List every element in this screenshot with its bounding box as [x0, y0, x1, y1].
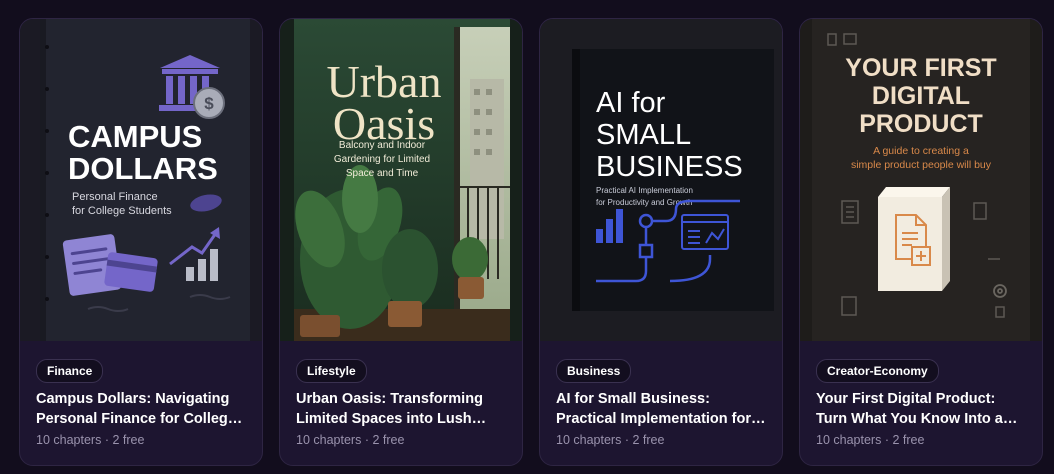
- chapter-count: 10 chapters: [296, 433, 362, 447]
- category-badge: Lifestyle: [296, 359, 367, 383]
- cover-subtitle-line1: Personal Finance: [72, 191, 158, 203]
- cover-subtitle-line3: Space and Time: [346, 168, 419, 179]
- meta-separator: ·: [884, 433, 889, 447]
- cover-subtitle-line2: simple product people will buy: [851, 159, 992, 171]
- cover-subtitle-line2: for College Students: [72, 205, 172, 217]
- campus-dollars-cover-art: $ CAMPUS DOLLARS Personal Finance for Co…: [20, 19, 262, 341]
- book-card-urban-oasis[interactable]: Urban Oasis Balcony and Indoor Gardening…: [279, 18, 523, 466]
- book-card-ai-small-business[interactable]: AI for SMALL BUSINESS Practical AI Imple…: [539, 18, 783, 466]
- cover-subtitle-line1: Balcony and Indoor: [339, 140, 426, 151]
- book-cover: Urban Oasis Balcony and Indoor Gardening…: [280, 19, 522, 341]
- cover-title-line1: YOUR FIRST: [845, 54, 996, 82]
- cover-title-line2: DOLLARS: [68, 151, 218, 186]
- category-badge: Creator-Economy: [816, 359, 939, 383]
- free-count: 2 free: [372, 433, 405, 447]
- cover-title-line1: CAMPUS: [68, 119, 202, 154]
- cover-title-line2: DIGITAL: [872, 82, 970, 110]
- cover-title-line2: SMALL: [596, 119, 691, 151]
- cover-title-line1: AI for: [596, 87, 666, 119]
- book-title: Campus Dollars: Navigating Personal Fina…: [36, 391, 236, 427]
- cover-title-line3: BUSINESS: [596, 151, 743, 183]
- book-title: AI for Small Business: Practical Impleme…: [556, 391, 751, 427]
- meta-separator: ·: [104, 433, 109, 447]
- cover-subtitle-line2: Gardening for Limited: [334, 154, 430, 165]
- book-meta: 10 chapters · 2 free: [296, 433, 404, 447]
- chapter-count: 10 chapters: [556, 433, 622, 447]
- chapter-count: 10 chapters: [816, 433, 882, 447]
- free-count: 2 free: [892, 433, 925, 447]
- ai-small-business-cover-art: AI for SMALL BUSINESS Practical AI Imple…: [540, 19, 782, 341]
- meta-separator: ·: [364, 433, 369, 447]
- credit-card-icon: [104, 252, 158, 292]
- cover-subtitle-line1: A guide to creating a: [873, 145, 969, 157]
- coin-icon: $: [193, 87, 225, 119]
- cover-title-line3: PRODUCT: [859, 110, 983, 138]
- book-card-first-digital-product[interactable]: YOUR FIRST DIGITAL PRODUCT A guide to cr…: [799, 18, 1043, 466]
- free-count: 2 free: [632, 433, 665, 447]
- digital-product-cover-art: YOUR FIRST DIGITAL PRODUCT A guide to cr…: [800, 19, 1042, 341]
- book-card-campus-dollars[interactable]: $ CAMPUS DOLLARS Personal Finance for Co…: [19, 18, 263, 466]
- book-cover: $ CAMPUS DOLLARS Personal Finance for Co…: [20, 19, 262, 341]
- category-badge: Finance: [36, 359, 104, 383]
- svg-text:$: $: [204, 94, 214, 113]
- book-cover: YOUR FIRST DIGITAL PRODUCT A guide to cr…: [800, 19, 1042, 341]
- free-count: 2 free: [112, 433, 145, 447]
- meta-separator: ·: [624, 433, 629, 447]
- book-meta: 10 chapters · 2 free: [36, 433, 144, 447]
- chapter-count: 10 chapters: [36, 433, 102, 447]
- urban-oasis-cover-art: Urban Oasis Balcony and Indoor Gardening…: [280, 19, 522, 341]
- cover-subtitle-line1: Practical AI Implementation: [596, 186, 693, 195]
- book-grid: $ CAMPUS DOLLARS Personal Finance for Co…: [0, 0, 1054, 474]
- book-meta: 10 chapters · 2 free: [556, 433, 664, 447]
- book-meta: 10 chapters · 2 free: [816, 433, 924, 447]
- book-title: Your First Digital Product: Turn What Yo…: [816, 391, 1003, 427]
- book-cover: AI for SMALL BUSINESS Practical AI Imple…: [540, 19, 782, 341]
- book-title: Urban Oasis: Transforming Limited Spaces…: [296, 391, 483, 427]
- category-badge: Business: [556, 359, 632, 383]
